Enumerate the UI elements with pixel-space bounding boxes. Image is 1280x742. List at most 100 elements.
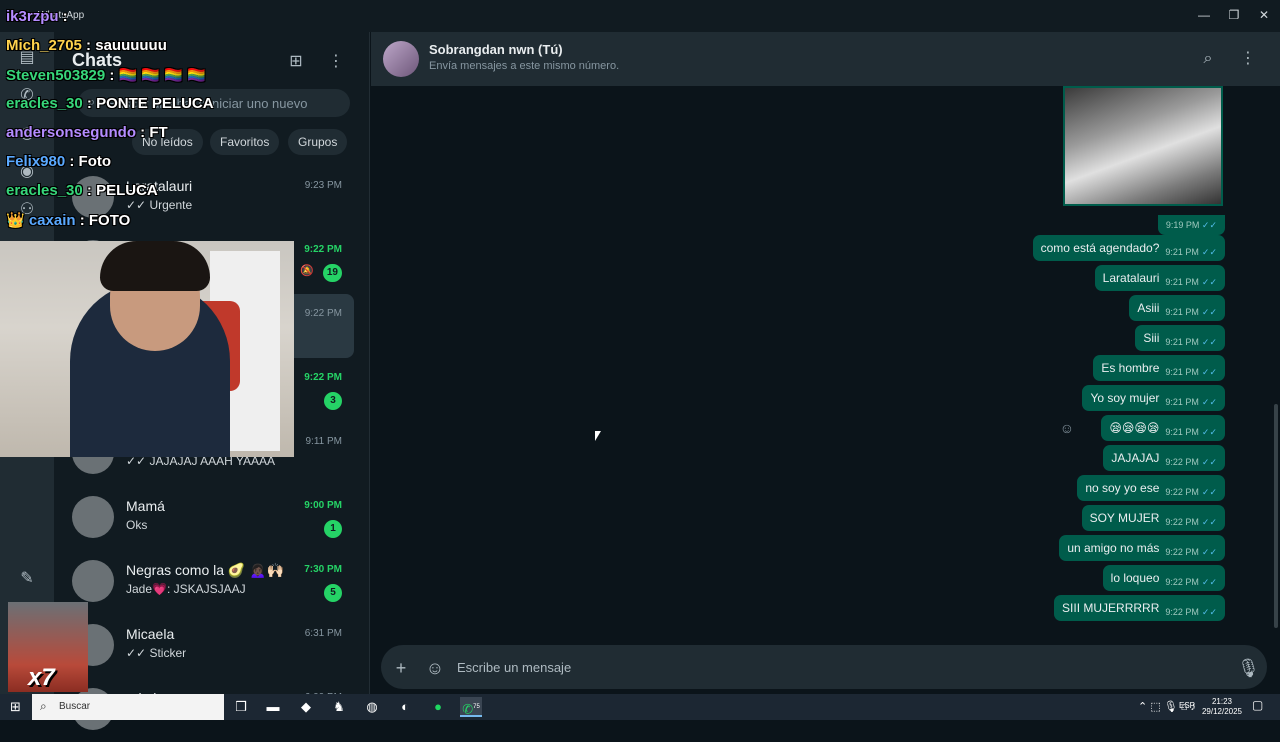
new-chat-icon[interactable]: ⊞ bbox=[284, 50, 308, 74]
message-text: SOY MUJER bbox=[1089, 511, 1160, 525]
message-bubble[interactable]: 😪😪😪😪 9:21 PM ✓✓ bbox=[1101, 415, 1225, 441]
chat-avatar bbox=[72, 496, 114, 538]
taskbar-search[interactable]: ⌕ Buscar bbox=[32, 694, 224, 720]
clock-time: 21:23 bbox=[1211, 697, 1233, 706]
scrollbar[interactable] bbox=[1274, 404, 1278, 628]
taskbar-clock[interactable]: 21:23 29/12/2025 bbox=[1198, 697, 1246, 717]
overlay-chat-line: eracles_30 : PONTE PELUCA bbox=[6, 95, 214, 112]
window-titlebar: WhatsApp — ❐ ✕ bbox=[0, 0, 1280, 32]
message-time: 9:21 PM bbox=[1165, 277, 1199, 287]
composer-box[interactable]: + ☺ Escribe un mensaje 🎙 bbox=[381, 645, 1267, 689]
react-emoji-icon[interactable]: ☺ bbox=[1060, 420, 1074, 436]
chat-list-item[interactable]: Negras como la 🥑 🙍🏿‍♀️🙌🏻 Jade💗: JSKAJSJAA… bbox=[54, 550, 354, 614]
overlay-chat-line: Felix980 : Foto bbox=[6, 153, 111, 170]
sticker-icon[interactable]: ☺ bbox=[425, 658, 445, 678]
message-bubble[interactable]: SIII MUJERRRRR 9:22 PM ✓✓ bbox=[1054, 595, 1225, 621]
chat-time: 6:31 PM bbox=[304, 628, 342, 639]
contact-name: Sobrangdan nwn (Tú) bbox=[429, 42, 563, 57]
streamer-webcam bbox=[0, 241, 294, 457]
chat-name: Negras como la 🥑 🙍🏿‍♀️🙌🏻 bbox=[126, 562, 285, 578]
message-bubble[interactable]: Yo soy mujer 9:21 PM ✓✓ bbox=[1082, 385, 1225, 411]
taskbar: ⊞ ⌕ Buscar ❒ ▬ ◆ ♞ ◍ ◐ ● ✆75 ⌃ ⬚ 🎙 ⌂ ♪ E… bbox=[0, 694, 1280, 720]
conversation-header[interactable]: Sobrangdan nwn (Tú) Envía mensajes a est… bbox=[371, 32, 1280, 86]
message-bubble[interactable]: lo loqueo 9:22 PM ✓✓ bbox=[1102, 565, 1225, 591]
whatsapp-taskbar-icon[interactable]: ✆75 bbox=[460, 697, 482, 717]
message-time: 9:21 PM bbox=[1165, 247, 1199, 257]
filter-favorites[interactable]: Favoritos bbox=[210, 129, 280, 155]
chat-preview: ✓✓ Urgente bbox=[126, 198, 193, 212]
overlay-message: : 🏳️‍🌈 🏳️‍🌈 🏳️‍🌈 🏳️‍🌈 bbox=[105, 67, 206, 84]
language-indicator[interactable]: ESP bbox=[1179, 701, 1195, 710]
reaction-overlay: x7 bbox=[8, 602, 88, 692]
message-bubble[interactable]: JAJAJAJ 9:22 PM ✓✓ bbox=[1103, 445, 1225, 471]
message-bubble[interactable]: Asiii 9:21 PM ✓✓ bbox=[1129, 295, 1225, 321]
message-bubble[interactable]: SOY MUJER 9:22 PM ✓✓ bbox=[1081, 505, 1225, 531]
message-bubble[interactable]: Laratalauri 9:21 PM ✓✓ bbox=[1094, 265, 1225, 291]
chrome-icon[interactable]: ◍ bbox=[361, 697, 383, 717]
task-view-icon[interactable]: ❒ bbox=[230, 697, 252, 717]
message-input[interactable]: Escribe un mensaje bbox=[457, 660, 571, 675]
close-button[interactable]: ✕ bbox=[1247, 4, 1280, 26]
taskbar-search-placeholder: Buscar bbox=[59, 701, 91, 712]
read-ticks-icon: ✓✓ bbox=[1201, 606, 1217, 617]
unread-badge: 1 bbox=[324, 520, 342, 538]
chat-list-item[interactable]: Mamá Oks 9:00 PM 1 bbox=[54, 486, 354, 550]
chat-list-item[interactable]: Micaela ✓✓ Sticker 6:31 PM bbox=[54, 614, 354, 678]
message-bubble[interactable]: como está agendado? 9:21 PM ✓✓ bbox=[1032, 235, 1225, 261]
muted-icon: 🔕 bbox=[300, 265, 314, 277]
filter-groups[interactable]: Grupos bbox=[288, 129, 348, 155]
read-ticks-icon: ✓✓ bbox=[1201, 426, 1217, 437]
chat-preview: Oks bbox=[126, 518, 148, 532]
chat-time: 9:00 PM bbox=[304, 500, 342, 511]
message-time: 9:22 PM bbox=[1165, 607, 1199, 617]
overlay-chat-line: ik3rzpu : bbox=[6, 8, 68, 25]
microphone-icon[interactable]: 🎙 bbox=[1237, 658, 1260, 678]
overlay-username: Mich_2705 bbox=[6, 37, 82, 54]
game-icon[interactable]: ♞ bbox=[328, 697, 350, 717]
message-text: no soy yo ese bbox=[1085, 481, 1160, 495]
file-explorer-icon[interactable]: ▬ bbox=[262, 697, 284, 717]
message-text: 😪😪😪😪 bbox=[1109, 421, 1160, 435]
message-bubble[interactable]: Es hombre 9:21 PM ✓✓ bbox=[1093, 355, 1225, 381]
overlay-message: : Foto bbox=[65, 153, 112, 170]
message-time: 9:21 PM bbox=[1165, 427, 1199, 437]
overlay-message: : bbox=[58, 8, 68, 25]
chat-name: Micaela bbox=[126, 626, 175, 642]
minimize-button[interactable]: — bbox=[1187, 4, 1221, 26]
new-note-icon[interactable]: ✎ bbox=[15, 567, 39, 591]
unread-badge: 19 bbox=[322, 264, 342, 282]
overlay-username: Felix980 bbox=[6, 153, 66, 170]
attach-icon[interactable]: + bbox=[391, 658, 411, 678]
message-time: 9:22 PM bbox=[1165, 547, 1199, 557]
chat-time: 9:23 PM bbox=[304, 180, 342, 191]
message-bubble[interactable]: no soy yo ese 9:22 PM ✓✓ bbox=[1077, 475, 1225, 501]
menu-icon[interactable]: ⋮ bbox=[324, 50, 348, 74]
chat-name: Mamá bbox=[126, 498, 165, 514]
contact-avatar[interactable] bbox=[383, 41, 419, 77]
image-message[interactable] bbox=[1063, 86, 1223, 206]
unread-badge: 3 bbox=[324, 392, 342, 410]
overlay-chat-line: 👑 caxain : FOTO bbox=[6, 211, 130, 229]
obs-icon[interactable]: ◐ bbox=[394, 697, 416, 717]
message-text: Laratalauri bbox=[1102, 271, 1160, 285]
overlay-chat-line: eracles_30 : PELUCA bbox=[6, 182, 158, 199]
overlay-message: : PELUCA bbox=[82, 182, 158, 199]
notifications-icon[interactable]: ▢ bbox=[1252, 698, 1263, 712]
overlay-username: eracles_30 bbox=[6, 182, 83, 199]
overlay-message: : PONTE PELUCA bbox=[82, 95, 214, 112]
chat-avatar bbox=[72, 560, 114, 602]
message-area[interactable]: 9:19 PM ✓✓ como está agendado? 9:21 PM ✓✓ L… bbox=[371, 86, 1280, 640]
conversation-menu-icon[interactable]: ⋮ bbox=[1237, 48, 1259, 70]
search-messages-icon[interactable]: ⌕ bbox=[1197, 48, 1219, 70]
read-ticks-icon: ✓✓ bbox=[1201, 516, 1217, 527]
message-text: como está agendado? bbox=[1040, 241, 1160, 255]
restore-button[interactable]: ❐ bbox=[1217, 4, 1251, 26]
windows-start-icon[interactable]: ⊞ bbox=[10, 699, 21, 715]
app-icon[interactable]: ◆ bbox=[295, 697, 317, 717]
message-bubble[interactable]: Siii 9:21 PM ✓✓ bbox=[1135, 325, 1225, 351]
read-ticks-icon: ✓✓ bbox=[1201, 396, 1217, 407]
message-bubble[interactable]: un amigo no más 9:22 PM ✓✓ bbox=[1059, 535, 1225, 561]
spotify-icon[interactable]: ● bbox=[427, 697, 449, 717]
message-time: 9:22 PM bbox=[1165, 457, 1199, 467]
read-ticks-icon: ✓✓ bbox=[1201, 276, 1217, 287]
